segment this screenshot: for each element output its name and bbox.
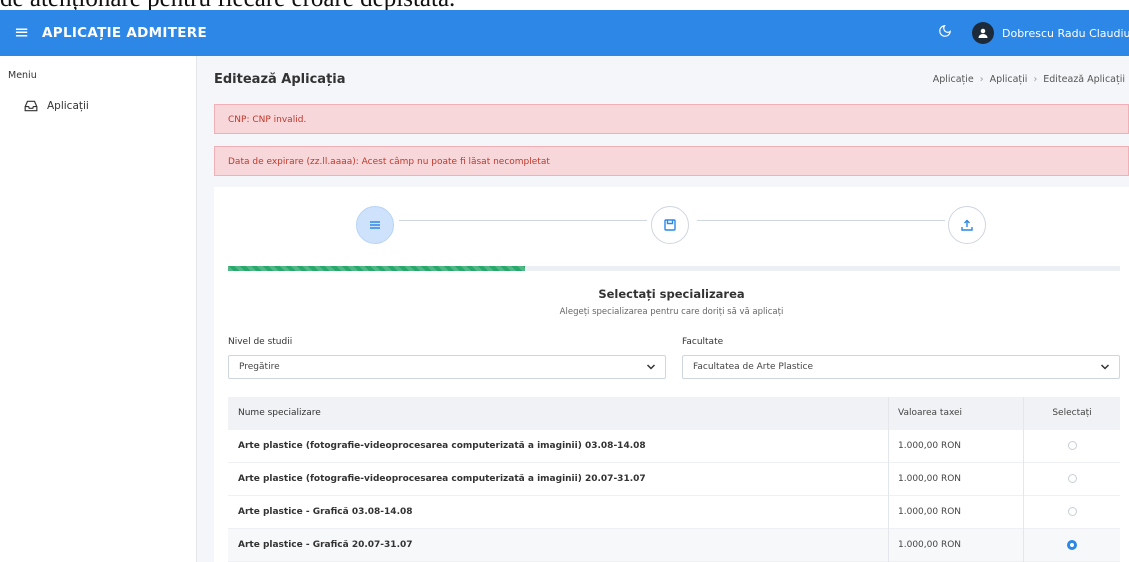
row-radio[interactable]: [1067, 507, 1077, 516]
user-name: Dobrescu Radu Claudiu: [1002, 26, 1129, 40]
wizard-step-1[interactable]: [356, 206, 394, 244]
row-select-cell: [1024, 496, 1120, 529]
column-divider: [888, 397, 889, 430]
column-divider: [888, 496, 889, 529]
chevron-down-icon: [1100, 364, 1110, 370]
column-divider: [888, 529, 889, 562]
sidebar-heading: Meniu: [8, 70, 37, 81]
avatar: [972, 22, 994, 44]
list-icon: [370, 221, 380, 229]
row-radio[interactable]: [1067, 441, 1077, 450]
dark-mode-toggle[interactable]: [935, 23, 955, 43]
table-header-row: Nume specializare Valoarea taxei Selecta…: [228, 397, 1120, 430]
breadcrumb: Aplicație › Aplicații › Editează Aplicaț…: [933, 74, 1125, 85]
sidebar: Meniu Aplicații: [0, 56, 197, 562]
row-name: Arte plastice - Grafică 20.07-31.07: [238, 540, 413, 550]
column-header-select: Selectați: [1052, 408, 1092, 418]
breadcrumb-separator-icon: ›: [1033, 74, 1038, 85]
faculty-label: Facultate: [682, 337, 724, 347]
row-name: Arte plastice (fotografie-videoprocesare…: [238, 474, 646, 484]
save-icon: [664, 219, 676, 231]
row-fee: 1.000,00 RON: [898, 540, 962, 550]
step-connector: [399, 220, 647, 221]
hamburger-menu-icon[interactable]: ≡: [14, 22, 32, 44]
breadcrumb-item-aplicatii[interactable]: Aplicații: [990, 74, 1028, 85]
level-select[interactable]: Pregătire: [228, 355, 666, 379]
wizard-step-3[interactable]: [948, 206, 986, 244]
row-fee: 1.000,00 RON: [898, 441, 962, 451]
user-menu[interactable]: Dobrescu Radu Claudiu: [972, 21, 1129, 45]
faculty-select-value: Facultatea de Arte Plastice: [693, 362, 814, 372]
table-row[interactable]: Arte plastice - Grafică 03.08-14.08 1.00…: [228, 496, 1120, 529]
faculty-select[interactable]: Facultatea de Arte Plastice: [682, 355, 1120, 379]
row-radio[interactable]: [1067, 539, 1077, 550]
column-header-name: Nume specializare: [238, 408, 321, 418]
top-navbar: ≡ APLICAȚIE ADMITERE Dobrescu Radu Claud…: [0, 10, 1129, 56]
wizard-card: Selectați specializarea Alegeți speciali…: [214, 187, 1129, 562]
section-subtitle: Alegeți specializarea pentru care doriți…: [559, 307, 784, 317]
row-select-cell: [1024, 463, 1120, 496]
error-alert: Data de expirare (zz.ll.aaaa): Acest câm…: [214, 146, 1129, 176]
row-fee: 1.000,00 RON: [898, 474, 962, 484]
wizard-progress-fill: [228, 266, 526, 271]
row-select-cell: [1024, 529, 1120, 562]
breadcrumb-separator-icon: ›: [979, 74, 984, 85]
table-row[interactable]: Arte plastice (fotografie-videoprocesare…: [228, 430, 1120, 463]
row-name: Arte plastice (fotografie-videoprocesare…: [238, 441, 646, 451]
wizard-step-2[interactable]: [651, 206, 689, 244]
chevron-down-icon: [646, 364, 656, 370]
user-icon: [978, 28, 988, 38]
column-divider: [888, 463, 889, 496]
column-header-fee: Valoarea taxei: [898, 408, 963, 418]
row-radio[interactable]: [1067, 474, 1077, 483]
upload-icon: [961, 219, 973, 231]
level-label: Nivel de studii: [228, 337, 293, 347]
page-title: Editează Aplicația: [214, 72, 346, 87]
step-connector: [697, 220, 945, 221]
row-fee: 1.000,00 RON: [898, 507, 962, 517]
row-select-cell: [1024, 430, 1120, 463]
table-row[interactable]: Arte plastice - Grafică 20.07-31.07 1.00…: [228, 529, 1120, 562]
breadcrumb-item-current: Editează Aplicații: [1043, 74, 1125, 85]
wizard-progress: [228, 266, 1120, 271]
column-divider: [888, 430, 889, 463]
sidebar-item-aplicatii[interactable]: Aplicații: [24, 100, 89, 112]
moon-icon: [939, 25, 951, 37]
section-title: Selectați specializarea: [598, 287, 745, 301]
breadcrumb-item-aplicatie[interactable]: Aplicație: [933, 74, 974, 85]
main-content: Editează Aplicația Aplicație › Aplicații…: [197, 56, 1129, 562]
table-row[interactable]: Arte plastice (fotografie-videoprocesare…: [228, 463, 1120, 496]
sidebar-item-label: Aplicații: [47, 100, 89, 112]
level-select-value: Pregătire: [239, 362, 280, 372]
row-name: Arte plastice - Grafică 03.08-14.08: [238, 507, 413, 517]
inbox-icon: [24, 100, 38, 112]
error-alert: CNP: CNP invalid.: [214, 104, 1129, 134]
app-brand[interactable]: APLICAȚIE ADMITERE: [42, 23, 207, 43]
